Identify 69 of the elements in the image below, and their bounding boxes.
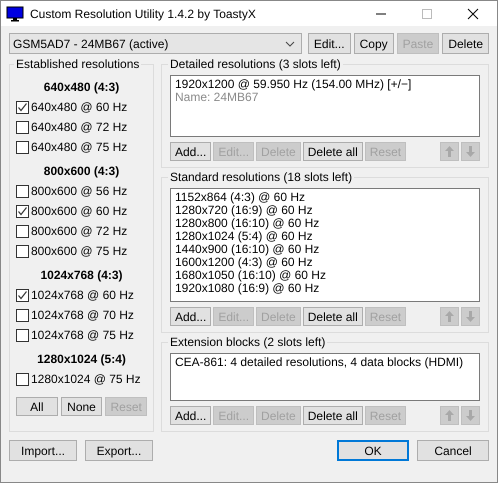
checkbox-square[interactable] [16, 328, 29, 342]
resolution-checkbox[interactable]: 800x600 @ 72 Hz [16, 221, 147, 241]
down-arrow-icon [466, 410, 475, 421]
list-item[interactable]: 1440x900 (16:10) @ 60 Hz [175, 243, 475, 256]
list-box[interactable]: 1920x1200 @ 59.950 Hz (154.00 MHz) [+/−] Name: 24MB67 [170, 75, 480, 137]
resolution-heading: 1280x1024 (5:4) [36, 351, 127, 368]
group-title: Extension blocks (2 slots left) [169, 335, 326, 349]
resolution-heading: 800x600 (4:3) [42, 163, 120, 180]
toolbar-button[interactable]: Edit... [308, 33, 351, 54]
list-button[interactable]: Add... [170, 307, 212, 326]
checkbox-square[interactable] [16, 224, 29, 238]
ok-button[interactable]: OK [337, 440, 409, 461]
close-icon[interactable] [467, 8, 479, 20]
group-title: Standard resolutions (18 slots left) [169, 170, 354, 184]
selection-button[interactable]: None [60, 397, 102, 416]
checkbox-square[interactable] [16, 140, 29, 154]
resolution-checkbox[interactable]: 640x480 @ 75 Hz [16, 137, 147, 157]
window-title: Custom Resolution Utility 1.4.2 by ToastyX [30, 6, 257, 20]
list-item[interactable]: 1280x800 (16:10) @ 60 Hz [175, 217, 475, 230]
checkbox-square[interactable] [16, 308, 29, 322]
group-title: Detailed resolutions (3 slots left) [169, 57, 342, 71]
checkbox-square[interactable] [16, 244, 29, 258]
list-item[interactable]: 1280x720 (16:9) @ 60 Hz [175, 204, 475, 217]
list-item[interactable]: 1680x1050 (16:10) @ 60 Hz [175, 269, 475, 282]
footer-button[interactable]: Export... [85, 440, 153, 461]
chevron-icon [284, 40, 295, 46]
list-item[interactable]: 1600x1200 (4:3) @ 60 Hz [175, 256, 475, 269]
list-button[interactable]: Add... [170, 142, 212, 161]
monitor-icon [6, 6, 24, 22]
list-item[interactable]: 1920x1080 (16:9) @ 60 Hz [175, 282, 475, 295]
list-item[interactable]: 1920x1200 @ 59.950 Hz (154.00 MHz) [+/−] [175, 78, 475, 91]
list-item[interactable]: CEA-861: 4 detailed resolutions, 4 data blocks (HDMI) [175, 356, 475, 369]
down-arrow-icon [466, 146, 475, 157]
footer-button[interactable]: Import... [9, 440, 77, 461]
resolution-checkbox[interactable]: 1024x768 @ 70 Hz [16, 305, 147, 325]
resolution-checkbox[interactable]: 640x480 @ 72 Hz [16, 117, 147, 137]
resolution-checkbox[interactable]: 1024x768 @ 75 Hz [16, 325, 147, 345]
list-item[interactable]: 1152x864 (4:3) @ 60 Hz [175, 191, 475, 204]
resolution-checkbox[interactable]: 800x600 @ 60 Hz [16, 201, 147, 221]
resolution-checkbox[interactable]: 1024x768 @ 60 Hz [16, 285, 147, 305]
cancel-button[interactable]: Cancel [417, 440, 489, 461]
resolution-checkbox[interactable]: 800x600 @ 75 Hz [16, 241, 147, 261]
list-box[interactable]: 1152x864 (4:3) @ 60 Hz 1280x720 (16:9) @ 60 Hz 1280x800 (16:10) @ 60 Hz 1280x1024 (5:4) @ 60 Hz 1440x900 (16:10) @ 60 Hz 1600x1200 (4:3) @ 60 Hz 1680x1050 (16:10) @ 60 Hz 1920x1080 (16:9) @ 60 Hz [170, 188, 480, 302]
checkbox-square[interactable] [16, 120, 29, 134]
resolution-checkbox[interactable]: 640x480 @ 60 Hz [16, 97, 147, 117]
device-dropdown[interactable]: GSM5AD7 - 24MB67 (active) [9, 33, 302, 54]
checkbox-square[interactable] [16, 100, 29, 114]
resolution-heading: 1024x768 (4:3) [39, 267, 124, 284]
down-arrow-icon [466, 311, 475, 322]
selection-button[interactable]: All [16, 397, 58, 416]
checkbox-square[interactable] [16, 184, 29, 198]
up-arrow-icon [445, 311, 454, 322]
resolution-heading: 640x480 (4:3) [42, 79, 120, 96]
group-title: Established resolutions [15, 57, 140, 71]
resolution-checkbox[interactable]: 800x600 @ 56 Hz [16, 181, 147, 201]
list-button[interactable]: Delete all [302, 406, 363, 425]
list-box[interactable]: CEA-861: 4 detailed resolutions, 4 data blocks (HDMI) [170, 353, 480, 401]
up-arrow-icon [445, 146, 454, 157]
list-button[interactable]: Add... [170, 406, 212, 425]
checkbox-square[interactable] [16, 204, 29, 218]
toolbar-button[interactable]: Copy [354, 33, 394, 54]
checkbox-square[interactable] [16, 372, 29, 386]
list-item[interactable]: 1280x1024 (5:4) @ 60 Hz [175, 230, 475, 243]
list-button[interactable]: Delete all [302, 307, 363, 326]
list-button[interactable]: Delete all [302, 142, 363, 161]
resolution-checkbox[interactable]: 1280x1024 @ 75 Hz [16, 369, 147, 389]
checkbox-square[interactable] [16, 288, 29, 302]
up-arrow-icon [445, 410, 454, 421]
toolbar-button[interactable]: Delete [442, 33, 489, 54]
